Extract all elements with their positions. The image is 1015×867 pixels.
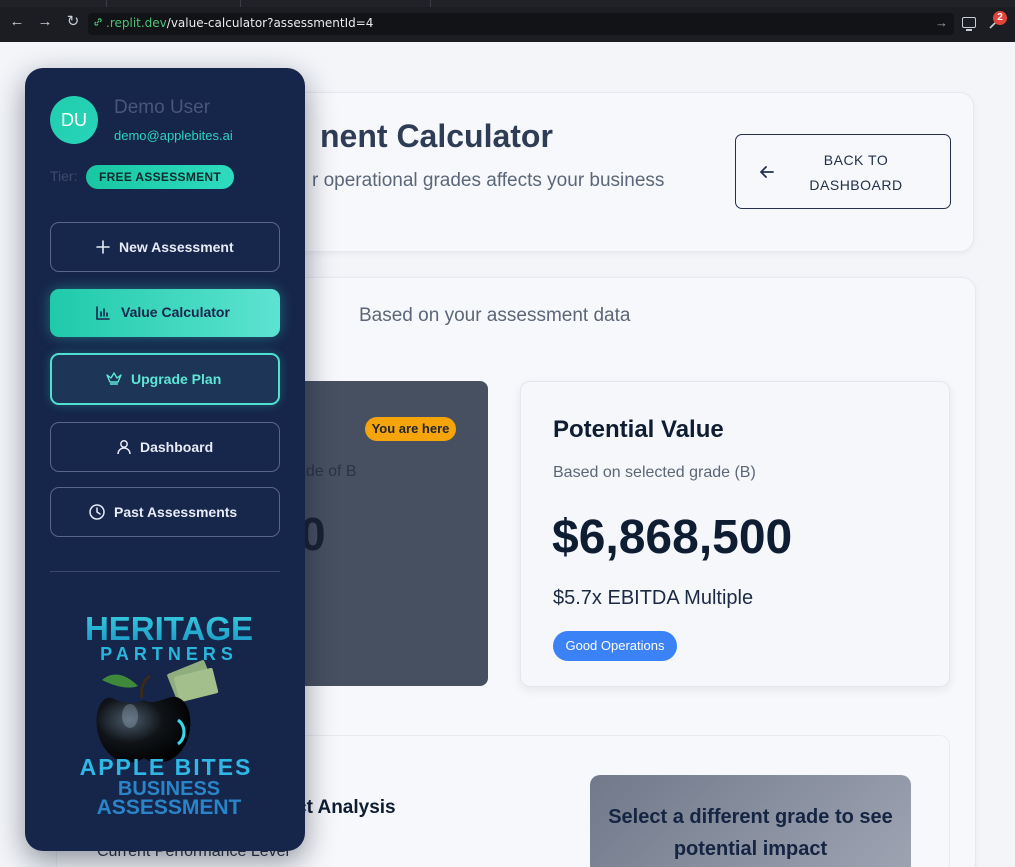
back-nav-icon[interactable]: ← — [9, 14, 25, 30]
past-assessments-button[interactable]: Past Assessments — [50, 487, 280, 537]
select-grade-prompt: Select a different grade to see potentia… — [590, 775, 911, 867]
past-assessments-label: Past Assessments — [114, 504, 238, 520]
operations-badge: Good Operations — [553, 631, 677, 661]
potential-value-amount: $6,868,500 — [552, 511, 793, 564]
back-button-label: BACK TO DASHBOARD — [809, 152, 903, 193]
select-grade-text: Select a different grade to see potentia… — [608, 806, 893, 860]
svg-text:APPLE BITES: APPLE BITES — [80, 754, 253, 780]
dashboard-button[interactable]: Dashboard — [50, 422, 280, 472]
new-assessment-button[interactable]: New Assessment — [50, 222, 280, 272]
potential-value-subtitle: Based on selected grade (B) — [553, 464, 756, 481]
extension-badge: 2 — [993, 11, 1007, 25]
impact-analysis-title: ct Analysis — [296, 797, 396, 818]
value-calculator-button[interactable]: Value Calculator — [50, 289, 280, 337]
browser-toolbar: ← → ↻ .replit.dev/value-calculator?asses… — [0, 0, 1015, 42]
link-icon — [94, 18, 102, 26]
dashboard-label: Dashboard — [140, 439, 214, 455]
svg-text:HERITAGE: HERITAGE — [85, 610, 253, 647]
value-calculator-label: Value Calculator — [121, 304, 230, 320]
go-arrow-icon[interactable]: → — [935, 15, 948, 30]
sidebar-divider — [50, 571, 280, 572]
tier-badge: FREE ASSESSMENT — [86, 165, 234, 189]
potential-value-title: Potential Value — [553, 416, 724, 443]
back-to-dashboard-button[interactable]: BACK TO DASHBOARD — [735, 134, 951, 209]
url-text: .replit.dev/value-calculator?assessmentI… — [106, 16, 374, 30]
user-icon — [117, 440, 131, 455]
crown-icon — [106, 372, 122, 385]
page-title: nent Calculator — [320, 118, 553, 154]
tier-label: Tier: — [50, 168, 78, 184]
you-are-here-badge: You are here — [365, 417, 456, 441]
avatar: DU — [50, 96, 98, 144]
tab-strip — [0, 0, 1015, 7]
current-grade-text: ade of B — [297, 463, 357, 480]
user-name: Demo User — [114, 97, 211, 118]
reload-icon[interactable]: ↻ — [65, 14, 81, 30]
page-subtitle: r operational grades affects your busine… — [312, 170, 665, 191]
upgrade-plan-button[interactable]: Upgrade Plan — [50, 353, 280, 405]
chart-icon — [96, 306, 110, 320]
clock-icon — [89, 504, 105, 520]
upgrade-plan-label: Upgrade Plan — [131, 371, 222, 387]
address-bar[interactable]: .replit.dev/value-calculator?assessmentI… — [88, 13, 954, 35]
apple-bites-logo: HERITAGE PARTNERS APPLE BITES BUSINESS A… — [80, 610, 253, 819]
monitor-icon[interactable] — [962, 17, 976, 31]
ebitda-multiple: $5.7x EBITDA Multiple — [553, 587, 754, 609]
new-assessment-label: New Assessment — [119, 239, 234, 255]
based-on-label: Based on your assessment data — [359, 305, 631, 326]
plus-icon — [96, 240, 110, 254]
svg-text:PARTNERS: PARTNERS — [100, 644, 238, 664]
arrow-left-icon — [760, 166, 774, 178]
svg-text:ASSESSMENT: ASSESSMENT — [97, 796, 242, 819]
user-email: demo@applebites.ai — [114, 128, 233, 143]
forward-nav-icon[interactable]: → — [37, 14, 53, 30]
